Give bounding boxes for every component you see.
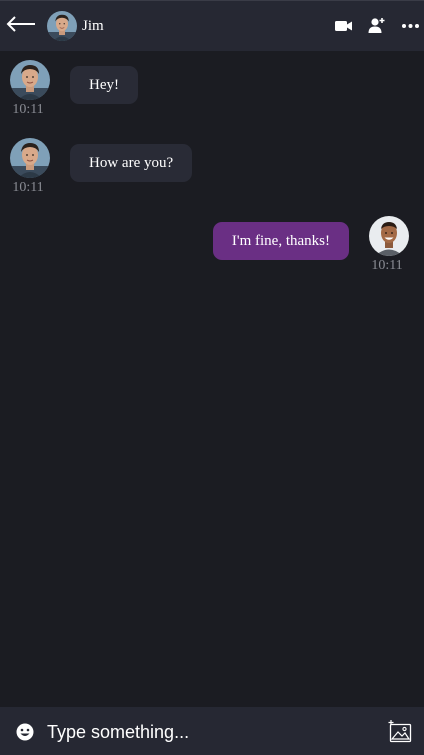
contact-avatar[interactable]: [47, 11, 77, 41]
sender-avatar[interactable]: [10, 60, 50, 100]
contact-name[interactable]: Jim: [82, 17, 104, 35]
incoming-message-bubble[interactable]: Hey!: [70, 66, 138, 104]
sender-avatar[interactable]: [10, 138, 50, 178]
video-camera-icon[interactable]: [334, 16, 353, 35]
back-arrow-icon[interactable]: [5, 10, 39, 38]
incoming-message-bubble[interactable]: How are you?: [70, 144, 193, 182]
more-options-icon[interactable]: [401, 16, 420, 35]
message-timestamp: 10:11: [371, 258, 403, 273]
message-input[interactable]: [47, 719, 367, 745]
own-avatar[interactable]: [369, 216, 409, 256]
outgoing-message-bubble[interactable]: I'm fine, thanks!: [212, 222, 349, 260]
add-image-icon[interactable]: [388, 719, 414, 745]
message-timestamp: 10:11: [12, 102, 44, 117]
emoji-icon[interactable]: [16, 723, 34, 741]
add-user-icon[interactable]: [367, 16, 386, 35]
message-list: 10:11 Hey! 10:11 How are you? 10:11 I'm …: [0, 51, 424, 707]
message-timestamp: 10:11: [12, 180, 44, 195]
message-composer: [0, 707, 424, 755]
chat-header: Jim: [0, 0, 424, 51]
